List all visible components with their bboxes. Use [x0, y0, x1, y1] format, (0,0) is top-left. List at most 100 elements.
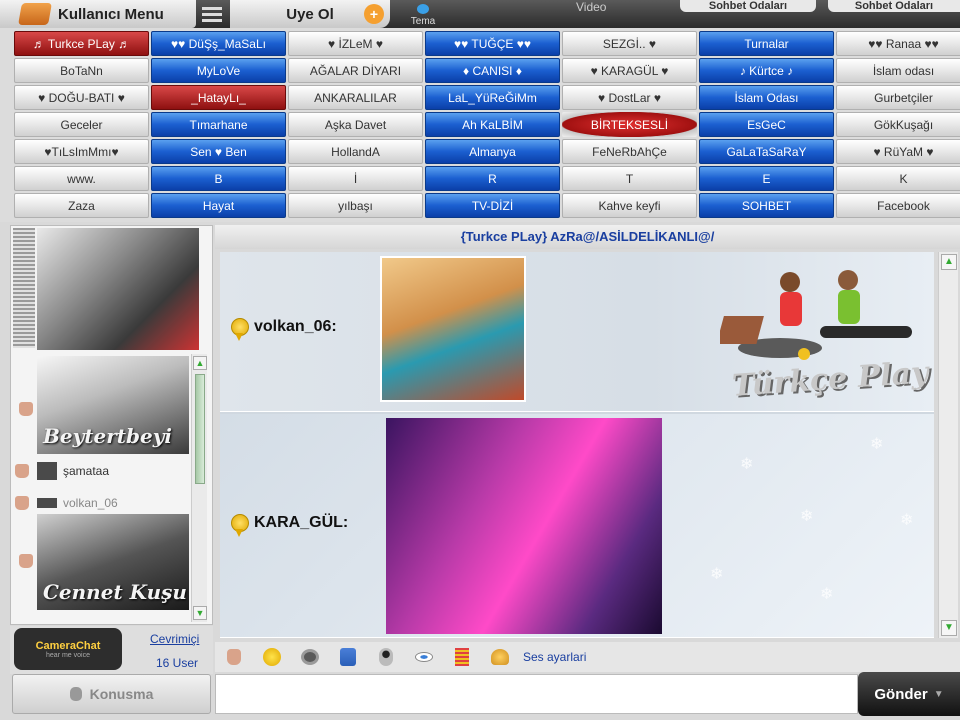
room-button[interactable]: İslam Odası	[699, 85, 834, 110]
app-logo-icon	[18, 3, 52, 25]
room-button[interactable]: Ah KaLBİM	[425, 112, 560, 137]
user-list-item[interactable]: şamataa	[11, 460, 199, 482]
room-button[interactable]: www.	[14, 166, 149, 191]
scroll-down-icon[interactable]: ▼	[193, 606, 207, 620]
rooms-dropdown-1[interactable]: Sohbet Odaları	[680, 0, 816, 12]
user-photo[interactable]: Beytertbeyi	[37, 356, 189, 454]
message-input[interactable]	[215, 674, 858, 714]
shared-image[interactable]	[380, 256, 526, 402]
scroll-up-icon[interactable]: ▲	[193, 356, 207, 370]
scroll-thumb[interactable]	[195, 374, 205, 484]
film-icon[interactable]	[299, 646, 321, 668]
room-button[interactable]: SOHBET	[699, 193, 834, 218]
room-button[interactable]: GaLaTaSaRaY	[699, 139, 834, 164]
room-button[interactable]: TV-DİZİ	[425, 193, 560, 218]
user-menu-label: Kullanıcı Menu	[58, 5, 164, 23]
room-button[interactable]: Kahve keyfi	[562, 193, 697, 218]
room-button[interactable]: ♥ KARAGÜL ♥	[562, 58, 697, 83]
brand-logo-sub: hear me voice	[46, 651, 90, 659]
signup-button[interactable]: Uye Ol +	[230, 0, 390, 28]
room-button[interactable]: ♪ Kürtce ♪	[699, 58, 834, 83]
room-button[interactable]: E	[699, 166, 834, 191]
sound-settings-link[interactable]: Ses ayarlari	[523, 650, 586, 664]
chat-scrollbar[interactable]: ▲ ▼	[938, 252, 958, 638]
room-button[interactable]: İslam odası	[836, 58, 960, 83]
room-button[interactable]: Facebook	[836, 193, 960, 218]
room-button[interactable]: ANKARALILAR	[288, 85, 423, 110]
hamburger-icon[interactable]	[200, 0, 224, 28]
room-button[interactable]: _HatayLı_	[151, 85, 286, 110]
rooms-dropdown-1-label: Sohbet Odaları	[708, 0, 788, 12]
webcam-icon[interactable]	[375, 646, 397, 668]
video-tab[interactable]: Video	[576, 0, 636, 28]
room-button[interactable]: Sen ♥ Ben	[151, 139, 286, 164]
person-icon[interactable]	[337, 646, 359, 668]
online-users-link[interactable]: Cevrimiçi	[150, 632, 199, 646]
room-button[interactable]: İ	[288, 166, 423, 191]
user-photo[interactable]: Cennet Kuşu	[37, 514, 189, 610]
raise-hand-icon	[15, 464, 29, 478]
user-count: 16 User	[156, 656, 199, 670]
user-menu-button[interactable]: Kullanıcı Menu	[0, 0, 196, 28]
room-button[interactable]: Turnalar	[699, 31, 834, 56]
chat-message: volkan_06: Türkçe Play	[220, 252, 934, 412]
room-button[interactable]: SEZGİ.. ♥	[562, 31, 697, 56]
avatar	[37, 498, 57, 508]
room-grid: ♬ Turkce PLay ♬ ♥♥ DüŞş_MaSaLı ♥ İZLeM ♥ ♥♥…	[14, 31, 960, 220]
room-button[interactable]: R	[425, 166, 560, 191]
raise-hand-icon	[19, 554, 33, 568]
room-button[interactable]: ♥ DostLar ♥	[562, 85, 697, 110]
rooms-dropdown-2[interactable]: Sohbet Odaları	[828, 0, 960, 12]
room-button[interactable]: EsGeC	[699, 112, 834, 137]
scroll-up-icon[interactable]: ▲	[941, 254, 957, 270]
room-button[interactable]: MyLoVe	[151, 58, 286, 83]
room-button[interactable]: LaL_YüReĞiMm	[425, 85, 560, 110]
shared-image[interactable]	[386, 418, 662, 634]
talk-button[interactable]: Konusma	[12, 674, 211, 714]
room-button[interactable]: BoTaNn	[14, 58, 149, 83]
room-button[interactable]: yılbaşı	[288, 193, 423, 218]
room-button[interactable]: HollandA	[288, 139, 423, 164]
user-list-scrollbar[interactable]: ▲ ▼	[191, 354, 207, 622]
room-button[interactable]: ♥♥ TUĞÇE ♥♥	[425, 31, 560, 56]
send-button[interactable]: Gönder ▼	[858, 672, 960, 716]
snowflake-icon: ❄	[800, 508, 814, 525]
room-button[interactable]: BİRTEKSESLİ	[562, 112, 697, 137]
scroll-down-icon[interactable]: ▼	[941, 620, 957, 636]
room-button[interactable]: ♥♥ Ranaa ♥♥	[836, 31, 960, 56]
room-button[interactable]: B	[151, 166, 286, 191]
room-button[interactable]: FeNeRbAhÇe	[562, 139, 697, 164]
bell-icon[interactable]	[489, 646, 511, 668]
room-button[interactable]: ♬ Turkce PLay ♬	[14, 31, 149, 56]
room-button[interactable]: Geceler	[14, 112, 149, 137]
room-button[interactable]: ♥ İZLeM ♥	[288, 31, 423, 56]
room-button[interactable]: Almanya	[425, 139, 560, 164]
message-sender[interactable]: volkan_06:	[254, 318, 337, 336]
room-button[interactable]: Gurbetçiler	[836, 85, 960, 110]
medal-icon	[230, 318, 249, 342]
user-photo[interactable]	[37, 228, 199, 350]
medal-icon	[230, 514, 249, 538]
chat-app: Kullanıcı Menu Uye Ol + Tema Video Sohbe…	[0, 0, 960, 720]
theme-button[interactable]: Tema	[398, 0, 448, 28]
hand-icon[interactable]	[223, 646, 245, 668]
smiley-icon[interactable]	[261, 646, 283, 668]
room-button[interactable]: GökKuşağı	[836, 112, 960, 137]
eye-icon[interactable]	[413, 646, 435, 668]
top-bar: Kullanıcı Menu Uye Ol + Tema Video Sohbe…	[0, 0, 960, 28]
room-button[interactable]: K	[836, 166, 960, 191]
room-button[interactable]: ♥♥ DüŞş_MaSaLı	[151, 31, 286, 56]
room-button[interactable]: ♥TıLsImMmı♥	[14, 139, 149, 164]
room-button[interactable]: Zaza	[14, 193, 149, 218]
message-sender[interactable]: KARA_GÜL:	[254, 514, 348, 532]
equalizer-icon[interactable]	[451, 646, 473, 668]
room-button[interactable]: Aşka Davet	[288, 112, 423, 137]
user-list-item[interactable]: volkan_06	[11, 492, 199, 514]
room-button[interactable]: ♥ DOĞU-BATI ♥	[14, 85, 149, 110]
room-button[interactable]: Tımarhane	[151, 112, 286, 137]
room-button[interactable]: ♦ CANISI ♦	[425, 58, 560, 83]
room-button[interactable]: ♥ RüYaM ♥	[836, 139, 960, 164]
room-button[interactable]: Hayat	[151, 193, 286, 218]
room-button[interactable]: T	[562, 166, 697, 191]
room-button[interactable]: AĞALAR DİYARI	[288, 58, 423, 83]
